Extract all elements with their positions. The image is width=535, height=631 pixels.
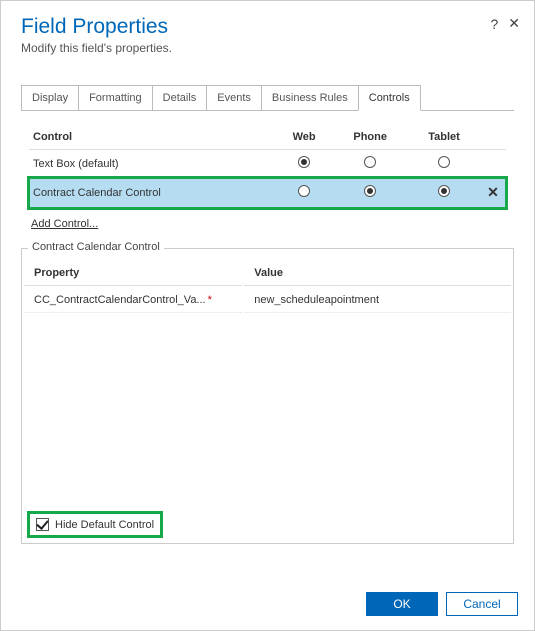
col-value: Value [244, 261, 511, 286]
phone-radio[interactable] [364, 185, 376, 197]
tab-events[interactable]: Events [206, 85, 261, 111]
table-row[interactable]: Contract Calendar Control ✕ [29, 178, 506, 208]
help-icon[interactable]: ? [490, 16, 498, 32]
table-row[interactable]: CC_ContractCalendarControl_Va...*new_sch… [24, 288, 511, 313]
remove-control-icon[interactable]: ✕ [487, 184, 499, 200]
tab-controls[interactable]: Controls [358, 85, 421, 111]
hide-default-label: Hide Default Control [55, 519, 154, 531]
tab-business-rules[interactable]: Business Rules [261, 85, 358, 111]
controls-table: Control Web Phone Tablet Text Box (defau… [29, 125, 506, 208]
phone-radio[interactable] [364, 156, 376, 168]
col-property: Property [24, 261, 242, 286]
cancel-button[interactable]: Cancel [446, 592, 518, 616]
hide-default-checkbox[interactable] [36, 518, 49, 531]
tab-details[interactable]: Details [152, 85, 207, 111]
control-label: Text Box (default) [29, 150, 276, 178]
tab-formatting[interactable]: Formatting [78, 85, 152, 111]
dialog-title: Field Properties [21, 15, 514, 39]
required-star-icon: * [208, 294, 212, 306]
property-name: CC_ContractCalendarControl_Va...* [24, 288, 242, 313]
col-web: Web [276, 125, 332, 150]
properties-table: Property Value CC_ContractCalendarContro… [22, 259, 513, 315]
property-value: new_scheduleapointment [244, 288, 511, 313]
tablet-radio[interactable] [438, 156, 450, 168]
tab-display[interactable]: Display [21, 85, 78, 111]
control-detail-group: Contract Calendar Control Property Value… [21, 248, 514, 544]
tab-strip: DisplayFormattingDetailsEventsBusiness R… [21, 85, 514, 111]
close-icon[interactable]: ✕ [508, 15, 520, 32]
ok-button[interactable]: OK [366, 592, 438, 616]
group-legend: Contract Calendar Control [28, 241, 164, 253]
web-radio[interactable] [298, 185, 310, 197]
hide-default-checkbox-wrap[interactable]: Hide Default Control [30, 514, 160, 535]
add-control-link[interactable]: Add Control... [31, 218, 98, 230]
tablet-radio[interactable] [438, 185, 450, 197]
col-control: Control [29, 125, 276, 150]
col-tablet: Tablet [408, 125, 480, 150]
col-phone: Phone [332, 125, 408, 150]
web-radio[interactable] [298, 156, 310, 168]
table-row[interactable]: Text Box (default) [29, 150, 506, 178]
dialog-subtitle: Modify this field's properties. [21, 41, 514, 55]
control-label: Contract Calendar Control [29, 178, 276, 208]
